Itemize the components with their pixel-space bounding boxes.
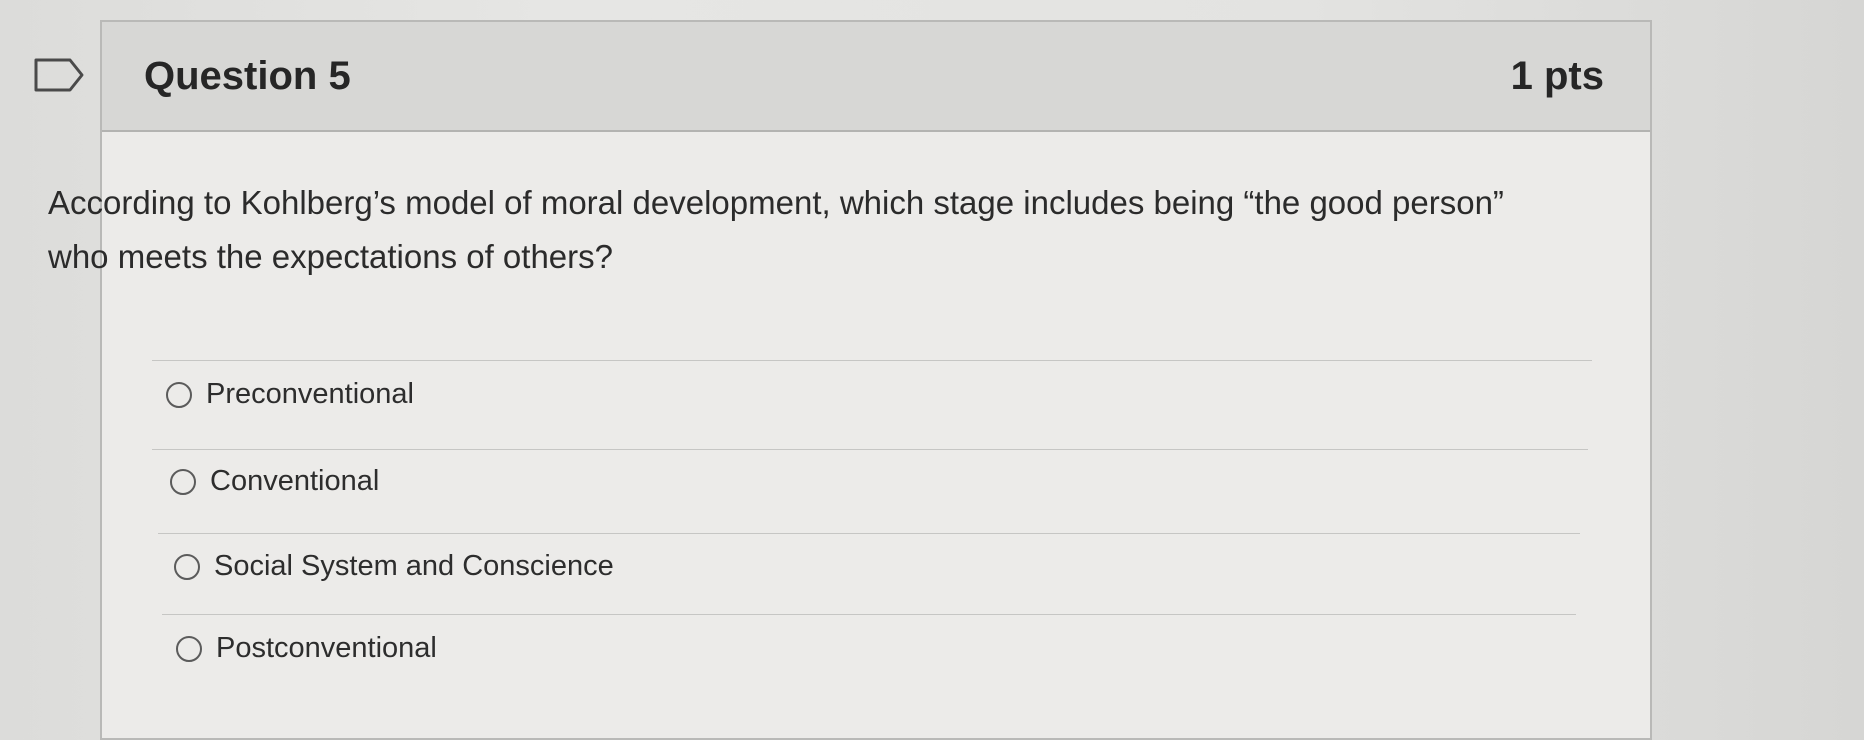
answer-label: Conventional [210,465,380,497]
radio-button-icon[interactable] [166,381,192,408]
question-header: Question 5 1 pts [102,22,1650,132]
answer-option-preconventional[interactable]: Preconventional [166,378,414,411]
radio-button-icon[interactable] [170,468,196,495]
answer-option-conventional[interactable]: Conventional [170,465,379,498]
flag-question-icon[interactable] [34,58,84,92]
answer-option-social-system-and-conscience[interactable]: Social System and Conscience [174,550,614,583]
radio-button-icon[interactable] [176,635,202,662]
question-title: Question 5 [144,54,351,98]
answer-label: Postconventional [216,632,437,664]
radio-button-icon[interactable] [174,553,200,580]
answer-label: Social System and Conscience [214,550,614,582]
answer-divider [152,360,1592,361]
answer-divider [158,533,1580,534]
answer-option-postconventional[interactable]: Postconventional [176,632,437,665]
answer-divider [152,449,1588,450]
answer-divider [162,614,1576,615]
question-points: 1 pts [1510,54,1604,98]
answer-label: Preconventional [206,378,414,410]
question-text: According to Kohlberg’s model of moral d… [48,184,1504,275]
